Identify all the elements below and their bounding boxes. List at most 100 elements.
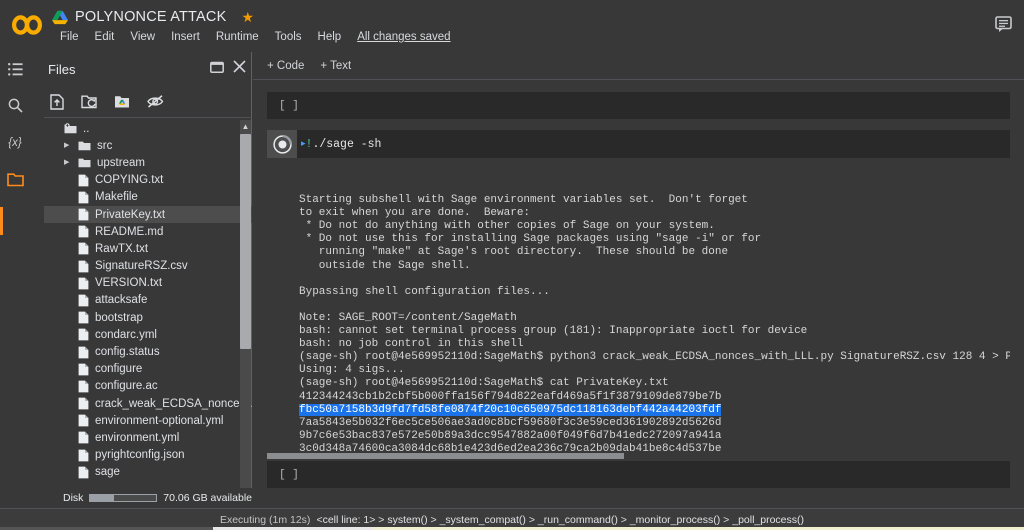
expand-caret-icon[interactable]: ▶	[64, 142, 74, 149]
google-drive-icon	[52, 10, 68, 25]
star-icon[interactable]: ★	[241, 10, 254, 24]
files-panel-header-actions	[210, 60, 246, 78]
file-tree-item-signaturersz-csv[interactable]: SignatureRSZ.csv	[44, 258, 252, 275]
file-tree-item-configure[interactable]: configure	[44, 361, 252, 378]
file-tree-item-version-txt[interactable]: VERSION.txt	[44, 275, 252, 292]
mount-drive-icon[interactable]	[114, 95, 130, 109]
scroll-up-arrow[interactable]: ▲	[240, 120, 251, 132]
file-tree-item-condarc-yml[interactable]: condarc.yml	[44, 326, 252, 343]
expand-caret-icon[interactable]: ▶	[64, 159, 74, 166]
file-icon	[78, 208, 89, 221]
menu-item-edit[interactable]: Edit	[87, 29, 123, 45]
files-toolbar	[44, 86, 252, 118]
hide-hidden-files-icon[interactable]	[147, 95, 164, 108]
add-text-cell-button[interactable]: + Text	[320, 60, 351, 72]
file-icon	[78, 346, 89, 359]
code-cell[interactable]: ▸! ./sage -sh Starting subshell with Sage…	[267, 130, 1010, 452]
file-icon	[78, 363, 89, 376]
file-tree-item-environment-yml[interactable]: environment.yml	[44, 429, 252, 446]
code-cell-source[interactable]: ▸! ./sage -sh	[301, 130, 381, 158]
file-icon	[78, 380, 89, 393]
execution-trace-text: <cell line: 1> > system() > _system_comp…	[316, 513, 805, 526]
refresh-folder-icon[interactable]	[81, 95, 97, 109]
empty-cell-bottom[interactable]: [ ]	[267, 461, 1010, 488]
file-tree-item-label: upstream	[97, 156, 145, 169]
file-tree-item-makefile[interactable]: Makefile	[44, 189, 252, 206]
file-tree-item-readme-md[interactable]: README.md	[44, 223, 252, 240]
file-tree-item-label: environment-optional.yml	[95, 414, 224, 427]
file-icon	[78, 174, 89, 187]
upload-file-icon[interactable]	[50, 93, 64, 110]
close-icon[interactable]	[233, 60, 246, 78]
file-tree-item-sage[interactable]: sage	[44, 464, 252, 481]
file-tree-item--[interactable]: ..	[44, 120, 252, 137]
file-tree-item-pyrightconfig-json[interactable]: pyrightconfig.json	[44, 447, 252, 464]
file-icon	[78, 449, 89, 462]
file-tree-item-label: SignatureRSZ.csv	[95, 260, 188, 273]
menu-item-tools[interactable]: Tools	[267, 29, 310, 45]
file-tree-item-attacksafe[interactable]: attacksafe	[44, 292, 252, 309]
new-window-icon[interactable]	[210, 60, 224, 78]
file-tree-item-bootstrap[interactable]: bootstrap	[44, 309, 252, 326]
file-icon	[78, 242, 89, 255]
save-status-link[interactable]: All changes saved	[357, 31, 450, 43]
shell-command-text: ./sage -sh	[312, 137, 382, 151]
file-tree-item-label: configure.ac	[95, 380, 158, 393]
run-cell-busy-icon[interactable]	[267, 130, 297, 158]
left-icon-rail: {x} < >	[0, 52, 30, 530]
file-tree-item-label: environment.yml	[95, 431, 180, 444]
file-tree-item-crack-weak-ecdsa-nonces-[interactable]: crack_weak_ECDSA_nonces…	[44, 395, 252, 412]
menu-item-view[interactable]: View	[122, 29, 163, 45]
scrollbar-thumb[interactable]	[240, 134, 251, 349]
file-tree-item-label: ..	[83, 122, 90, 135]
file-tree-item-label: src	[97, 139, 113, 152]
file-tree-item-label: sage	[95, 466, 120, 479]
file-tree-item-label: condarc.yml	[95, 328, 157, 341]
output-hscroll-thumb[interactable]	[267, 453, 624, 459]
file-tree-item-copying-txt[interactable]: COPYING.txt	[44, 172, 252, 189]
top-bar: POLYNONCE ATTACK ★ File Edit View Insert…	[0, 0, 1024, 52]
file-icon	[78, 294, 89, 307]
menu-item-runtime[interactable]: Runtime	[208, 29, 267, 45]
file-tree-item-label: PrivateKey.txt	[95, 208, 166, 221]
output-horizontal-scrollbar[interactable]	[267, 452, 1010, 460]
search-icon[interactable]	[0, 90, 30, 120]
file-tree-item-upstream[interactable]: ▶ upstream	[44, 154, 252, 171]
file-tree-item-label: bootstrap	[95, 311, 143, 324]
folder-icon	[78, 157, 91, 168]
file-tree-item-label: pyrightconfig.json	[95, 449, 185, 462]
file-tree-item-label: Makefile	[95, 191, 138, 204]
disk-label: Disk	[63, 492, 84, 504]
files-icon[interactable]	[0, 165, 30, 195]
files-panel: Files .. ▶ src ▶ upstream COPYING.txt Ma…	[30, 52, 252, 530]
file-tree-item-privatekey-txt[interactable]: PrivateKey.txt⋮	[44, 205, 252, 224]
file-tree-item-label: RawTX.txt	[95, 242, 149, 255]
menu-item-help[interactable]: Help	[310, 29, 350, 45]
file-icon	[78, 311, 89, 324]
file-tree-item-environment-optional-yml[interactable]: environment-optional.yml	[44, 412, 252, 429]
colab-logo[interactable]	[10, 10, 44, 40]
page-title[interactable]: POLYNONCE ATTACK	[75, 9, 226, 25]
table-of-contents-icon[interactable]	[0, 54, 30, 84]
disk-meter-fill	[90, 495, 115, 501]
file-tree-item-config-status[interactable]: config.status	[44, 343, 252, 360]
file-tree-item-rawtx-txt[interactable]: RawTX.txt	[44, 240, 252, 257]
file-icon	[78, 225, 89, 238]
file-tree-item-label: VERSION.txt	[95, 277, 163, 290]
file-tree-item-label: attacksafe	[95, 294, 148, 307]
file-tree-scrollbar[interactable]: ▲ ▼	[240, 120, 251, 530]
file-tree-item-configure-ac[interactable]: configure.ac	[44, 378, 252, 395]
file-icon	[78, 260, 89, 273]
disk-usage-bar: Disk 70.06 GB available	[30, 488, 252, 508]
empty-cell-top[interactable]: [ ]	[267, 92, 1010, 119]
menu-item-insert[interactable]: Insert	[163, 29, 208, 45]
variables-icon[interactable]: {x}	[0, 128, 30, 158]
comment-icon[interactable]	[995, 16, 1012, 32]
file-icon	[78, 277, 89, 290]
file-tree[interactable]: .. ▶ src ▶ upstream COPYING.txt Makefile Privat…	[44, 120, 252, 530]
add-code-cell-button[interactable]: + Code	[267, 60, 304, 72]
files-panel-title: Files	[48, 61, 76, 77]
file-tree-item-src[interactable]: ▶ src	[44, 137, 252, 154]
menu-item-file[interactable]: File	[52, 29, 87, 45]
file-icon	[78, 328, 89, 341]
